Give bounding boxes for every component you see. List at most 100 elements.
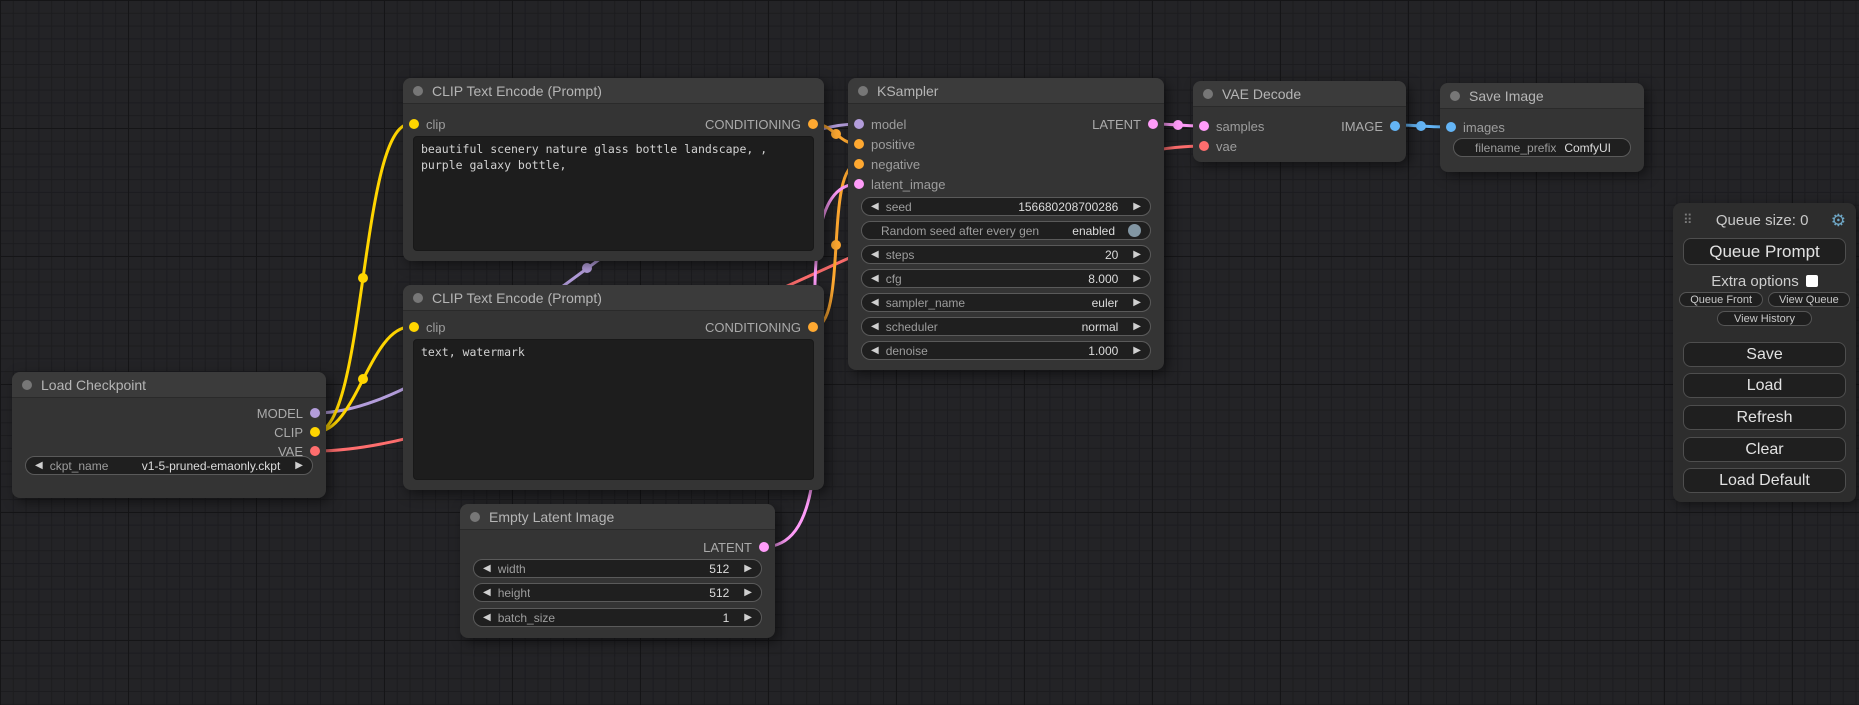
widget-filename-prefix[interactable]: filename_prefix ComfyUI [1453, 138, 1631, 157]
model-port-icon[interactable] [310, 408, 320, 418]
decrement-arrow-icon[interactable]: ◀ [483, 613, 491, 623]
refresh-button[interactable]: Refresh [1683, 405, 1846, 430]
extra-options-checkbox[interactable] [1806, 275, 1818, 287]
conditioning-port-icon[interactable] [854, 159, 864, 169]
collapse-dot-icon[interactable] [858, 86, 868, 96]
conditioning-port-icon[interactable] [808, 119, 818, 129]
decrement-arrow-icon[interactable]: ◀ [35, 461, 43, 471]
vae-port-icon[interactable] [1199, 141, 1209, 151]
conditioning-port-icon[interactable] [854, 139, 864, 149]
node-title-bar[interactable]: CLIP Text Encode (Prompt) [403, 78, 824, 104]
node-title-bar[interactable]: Empty Latent Image [460, 504, 775, 530]
clear-button[interactable]: Clear [1683, 437, 1846, 462]
widget-scheduler[interactable]: ◀ scheduler normal ▶ [861, 317, 1151, 336]
node-save-image[interactable]: Save Image images filename_prefix ComfyU… [1440, 83, 1644, 172]
settings-gear-icon[interactable]: ⚙ [1831, 212, 1846, 229]
queue-front-button[interactable]: Queue Front [1679, 292, 1763, 307]
increment-arrow-icon[interactable]: ▶ [295, 461, 303, 471]
view-history-button[interactable]: View History [1717, 311, 1812, 326]
collapse-dot-icon[interactable] [22, 380, 32, 390]
link-dot [1416, 121, 1426, 131]
model-port-icon[interactable] [854, 119, 864, 129]
increment-arrow-icon[interactable]: ▶ [1133, 322, 1141, 332]
increment-arrow-icon[interactable]: ▶ [744, 613, 752, 623]
node-ksampler[interactable]: KSampler model positive negative latent_… [848, 78, 1164, 370]
decrement-arrow-icon[interactable]: ◀ [871, 322, 879, 332]
decrement-arrow-icon[interactable]: ◀ [483, 564, 491, 574]
view-queue-button[interactable]: View Queue [1768, 292, 1850, 307]
increment-arrow-icon[interactable]: ▶ [744, 588, 752, 598]
increment-arrow-icon[interactable]: ▶ [1133, 202, 1141, 212]
queue-prompt-button[interactable]: Queue Prompt [1683, 238, 1846, 265]
widget-sampler-name[interactable]: ◀ sampler_name euler ▶ [861, 293, 1151, 312]
clip-port-icon[interactable] [409, 119, 419, 129]
widget-width[interactable]: ◀ width 512 ▶ [473, 559, 762, 578]
decrement-arrow-icon[interactable]: ◀ [871, 346, 879, 356]
node-title-bar[interactable]: CLIP Text Encode (Prompt) [403, 285, 824, 311]
toggle-dot-icon[interactable] [1128, 224, 1141, 237]
collapse-dot-icon[interactable] [413, 86, 423, 96]
decrement-arrow-icon[interactable]: ◀ [871, 250, 879, 260]
image-port-icon[interactable] [1446, 122, 1456, 132]
latent-port-icon[interactable] [1148, 119, 1158, 129]
clip-port-icon[interactable] [310, 427, 320, 437]
decrement-arrow-icon[interactable]: ◀ [871, 202, 879, 212]
widget-steps[interactable]: ◀ steps 20 ▶ [861, 245, 1151, 264]
node-load-checkpoint[interactable]: Load Checkpoint MODEL CLIP VAE ◀ ckpt_na… [12, 372, 326, 498]
vae-port-icon[interactable] [310, 446, 320, 456]
input-clip: clip [409, 318, 446, 336]
input-negative: negative [854, 155, 920, 173]
node-title: CLIP Text Encode (Prompt) [432, 83, 602, 99]
prompt-text-input[interactable]: text, watermark [413, 339, 814, 480]
increment-arrow-icon[interactable]: ▶ [1133, 346, 1141, 356]
node-title-bar[interactable]: VAE Decode [1193, 81, 1406, 107]
node-vae-decode[interactable]: VAE Decode samples vae IMAGE [1193, 81, 1406, 162]
widget-name: ckpt_name [50, 459, 109, 473]
increment-arrow-icon[interactable]: ▶ [1133, 274, 1141, 284]
node-clip-text-encode-negative[interactable]: CLIP Text Encode (Prompt) clip CONDITION… [403, 285, 824, 490]
increment-arrow-icon[interactable]: ▶ [744, 564, 752, 574]
collapse-dot-icon[interactable] [470, 512, 480, 522]
widget-height[interactable]: ◀ height 512 ▶ [473, 583, 762, 602]
node-title: Save Image [1469, 88, 1544, 104]
graph-canvas[interactable]: Load Checkpoint MODEL CLIP VAE ◀ ckpt_na… [0, 0, 1859, 705]
widget-random-seed-toggle[interactable]: Random seed after every gen enabled [861, 221, 1151, 240]
increment-arrow-icon[interactable]: ▶ [1133, 250, 1141, 260]
widget-batch-size[interactable]: ◀ batch_size 1 ▶ [473, 608, 762, 627]
output-conditioning: CONDITIONING [705, 318, 818, 336]
node-clip-text-encode-positive[interactable]: CLIP Text Encode (Prompt) clip CONDITION… [403, 78, 824, 261]
decrement-arrow-icon[interactable]: ◀ [483, 588, 491, 598]
latent-port-icon[interactable] [759, 542, 769, 552]
node-title-bar[interactable]: Load Checkpoint [12, 372, 326, 398]
load-default-button[interactable]: Load Default [1683, 468, 1846, 493]
save-button[interactable]: Save [1683, 342, 1846, 367]
widget-seed[interactable]: ◀ seed 156680208700286 ▶ [861, 197, 1151, 216]
node-title-bar[interactable]: Save Image [1440, 83, 1644, 109]
decrement-arrow-icon[interactable]: ◀ [871, 274, 879, 284]
conditioning-port-icon[interactable] [808, 322, 818, 332]
input-images: images [1446, 118, 1505, 136]
widget-name: steps [886, 248, 915, 262]
prompt-text-input[interactable]: beautiful scenery nature glass bottle la… [413, 136, 814, 251]
clip-port-icon[interactable] [409, 322, 419, 332]
increment-arrow-icon[interactable]: ▶ [1133, 298, 1141, 308]
widget-ckpt-name[interactable]: ◀ ckpt_name v1-5-pruned-emaonly.ckpt ▶ [25, 456, 313, 475]
image-port-icon[interactable] [1390, 121, 1400, 131]
collapse-dot-icon[interactable] [413, 293, 423, 303]
widget-name: Random seed after every gen [871, 224, 1039, 238]
decrement-arrow-icon[interactable]: ◀ [871, 298, 879, 308]
collapse-dot-icon[interactable] [1450, 91, 1460, 101]
port-label: negative [871, 157, 920, 172]
latent-port-icon[interactable] [854, 179, 864, 189]
node-title-bar[interactable]: KSampler [848, 78, 1164, 104]
drag-handle-icon[interactable]: ⠿ [1683, 212, 1694, 228]
widget-denoise[interactable]: ◀ denoise 1.000 ▶ [861, 341, 1151, 360]
link-dot [358, 273, 368, 283]
latent-port-icon[interactable] [1199, 121, 1209, 131]
load-button[interactable]: Load [1683, 373, 1846, 398]
node-title: KSampler [877, 83, 938, 99]
collapse-dot-icon[interactable] [1203, 89, 1213, 99]
node-empty-latent-image[interactable]: Empty Latent Image LATENT ◀ width 512 ▶ … [460, 504, 775, 638]
widget-cfg[interactable]: ◀ cfg 8.000 ▶ [861, 269, 1151, 288]
link-dot [831, 129, 841, 139]
